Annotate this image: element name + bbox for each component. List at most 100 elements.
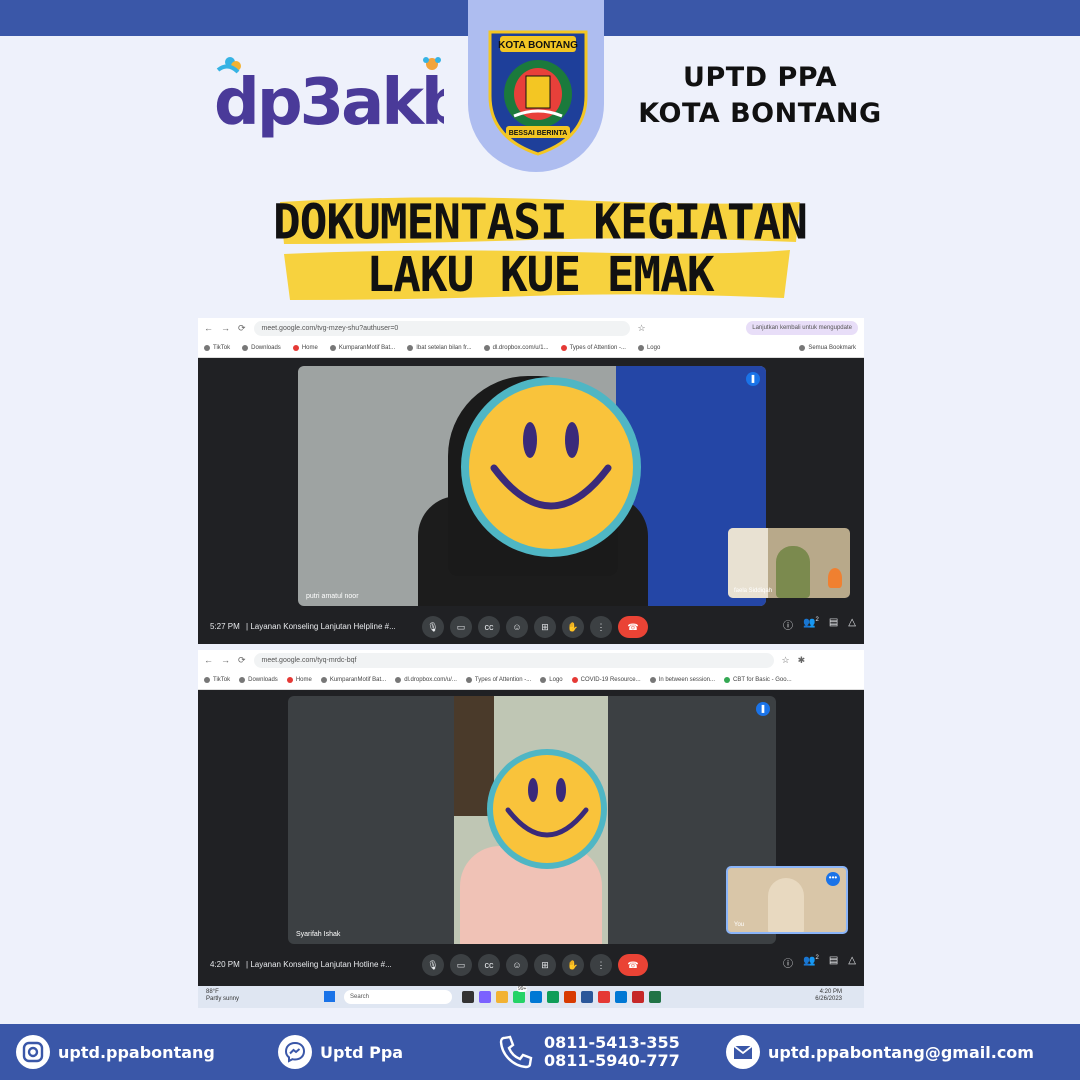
self-view-tile[interactable]: faela Siddiqah [728, 528, 850, 598]
dp3akb-wordmark: dp3akb [214, 66, 444, 140]
app-icon[interactable] [615, 991, 627, 1003]
teams-icon[interactable] [479, 991, 491, 1003]
bookmark-item[interactable]: Types of Attention -... [465, 676, 531, 683]
address-bar[interactable]: meet.google.com/tyq-mrdc-bqf [253, 652, 774, 668]
title-line-1: DOKUMENTASI KEGIATAN [273, 193, 808, 251]
update-pill[interactable]: Lanjutkan kembali untuk mengupdate [746, 321, 858, 335]
bookmark-item[interactable]: TikTok [204, 344, 230, 351]
word-icon[interactable] [581, 991, 593, 1003]
more-options-icon[interactable]: ⋮ [590, 954, 612, 976]
chat-icon[interactable]: ▤ [829, 617, 838, 632]
more-options-icon[interactable]: ••• [826, 872, 840, 886]
all-bookmarks[interactable]: Semua Bookmark [799, 344, 856, 351]
phone-number-1: 0811-5413-355 [544, 1033, 680, 1052]
bookmark-item[interactable]: Downloads [239, 676, 278, 683]
notification-badge: 99+ [517, 986, 528, 992]
taskbar-clock[interactable]: 4:20 PM 6/26/2023 [815, 989, 842, 1003]
bookmark-item[interactable]: TikTok [204, 676, 230, 683]
address-bar[interactable]: meet.google.com/tvg-mzey-shu?authuser=0 [253, 320, 630, 336]
bookmark-item[interactable]: Ibat setelan bilan fr... [407, 344, 472, 351]
bookmark-item[interactable]: COVID-19 Resource... [571, 676, 641, 683]
raise-hand-icon[interactable]: ✋ [562, 954, 584, 976]
reload-icon[interactable]: ⟳ [238, 655, 246, 666]
participant-name: putri amatul noor [306, 593, 359, 600]
office-icon[interactable] [564, 991, 576, 1003]
bookmark-item[interactable]: Logo [637, 344, 660, 351]
captions-icon[interactable]: cc [478, 954, 500, 976]
info-icon[interactable]: ⓘ [783, 617, 793, 632]
raise-hand-icon[interactable]: ✋ [562, 616, 584, 638]
reload-icon[interactable]: ⟳ [238, 323, 246, 334]
activities-icon[interactable]: △ [848, 617, 856, 632]
activities-icon[interactable]: △ [848, 955, 856, 970]
phone-contact[interactable]: 0811-5413-355 0811-5940-777 [496, 1030, 680, 1074]
forward-icon[interactable]: → [221, 323, 230, 333]
bookmark-item[interactable]: Types of Attention -... [560, 344, 626, 351]
captions-icon[interactable]: cc [478, 616, 500, 638]
instagram-contact[interactable]: uptd.ppabontang [16, 1030, 215, 1074]
chat-icon[interactable]: ▤ [829, 955, 838, 970]
instagram-handle: uptd.ppabontang [58, 1042, 215, 1062]
meeting-time: 5:27 PM [210, 622, 240, 631]
phone-number-2: 0811-5940-777 [544, 1051, 680, 1070]
whatsapp-icon[interactable]: 99+ [513, 986, 528, 1003]
emblem-top-text: KOTA BONTANG [498, 40, 578, 51]
email-icon [726, 1035, 760, 1069]
chrome-icon[interactable] [598, 991, 610, 1003]
store-icon[interactable] [530, 991, 542, 1003]
bookmark-item[interactable]: Logo [540, 676, 563, 683]
messenger-icon [278, 1035, 312, 1069]
bookmark-item[interactable]: dl.dropbox.com/u/1... [483, 344, 549, 351]
emoji-icon[interactable]: ☺ [506, 954, 528, 976]
windows-start-icon[interactable] [324, 991, 335, 1002]
microphone-icon[interactable]: 🎙 [422, 954, 444, 976]
excel-icon[interactable] [649, 991, 661, 1003]
bookmarks-bar: TikTok Downloads Home KumparanMotif Bat.… [198, 671, 864, 688]
main-video-tile: ❚ Syarifah Ishak [288, 696, 776, 944]
meet-screenshot-2: ← → ⟳ meet.google.com/tyq-mrdc-bqf ☆ ✱ T… [198, 650, 864, 1008]
extensions-icon[interactable]: ✱ [798, 655, 806, 666]
messenger-contact[interactable]: Uptd Ppa [278, 1030, 403, 1074]
bookmark-item[interactable]: Home [286, 676, 312, 683]
back-icon[interactable]: ← [204, 655, 213, 665]
self-view-tile[interactable]: ••• You [726, 866, 848, 934]
meet-screenshot-1: ← → ⟳ meet.google.com/tvg-mzey-shu?authu… [198, 318, 864, 644]
file-explorer-icon[interactable] [496, 991, 508, 1003]
clock-date: 6/26/2023 [815, 996, 842, 1002]
forward-icon[interactable]: → [221, 655, 230, 665]
bookmark-item[interactable]: CBT for Basic - Goo... [724, 676, 792, 683]
end-call-button[interactable]: ☎ [618, 954, 648, 976]
microphone-icon[interactable]: 🎙 [422, 616, 444, 638]
bookmark-item[interactable]: KumparanMotif Bat... [329, 344, 395, 351]
present-icon[interactable]: ⊞ [534, 954, 556, 976]
bookmark-item[interactable]: KumparanMotif Bat... [320, 676, 386, 683]
task-view-icon[interactable] [462, 991, 474, 1003]
participant-name: faela Siddiqah [734, 588, 773, 594]
browser-chrome: ← → ⟳ meet.google.com/tyq-mrdc-bqf ☆ ✱ T… [198, 650, 864, 690]
info-icon[interactable]: ⓘ [783, 955, 793, 970]
weather-widget[interactable]: 88°F Partly sunny [206, 989, 239, 1003]
weather-status: Partly sunny [206, 996, 240, 1002]
taskbar-search[interactable]: Search [344, 990, 452, 1004]
bookmark-item[interactable]: dl.dropbox.com/u/... [395, 676, 457, 683]
end-call-button[interactable]: ☎ [618, 616, 648, 638]
more-options-icon[interactable]: ⋮ [590, 616, 612, 638]
email-contact[interactable]: uptd.ppabontang@gmail.com [726, 1030, 1034, 1074]
acrobat-icon[interactable] [632, 991, 644, 1003]
bookmark-item[interactable]: Downloads [242, 344, 281, 351]
star-icon[interactable]: ☆ [638, 323, 646, 334]
back-icon[interactable]: ← [204, 323, 213, 333]
people-icon[interactable]: 👥2 [803, 617, 819, 632]
camera-icon[interactable]: ▭ [450, 954, 472, 976]
emoji-icon[interactable]: ☺ [506, 616, 528, 638]
kota-bontang-emblem: KOTA BONTANG BESSAI BERINTA [488, 30, 588, 156]
meeting-time: 4:20 PM [210, 960, 240, 969]
present-icon[interactable]: ⊞ [534, 616, 556, 638]
star-icon[interactable]: ☆ [782, 655, 790, 666]
people-icon[interactable]: 👥2 [803, 955, 819, 970]
camera-icon[interactable]: ▭ [450, 616, 472, 638]
edge-icon[interactable] [547, 991, 559, 1003]
bookmark-item[interactable]: Home [292, 344, 318, 351]
organization-name: UPTD PPA KOTA BONTANG [620, 60, 900, 132]
bookmark-item[interactable]: In between session... [649, 676, 715, 683]
